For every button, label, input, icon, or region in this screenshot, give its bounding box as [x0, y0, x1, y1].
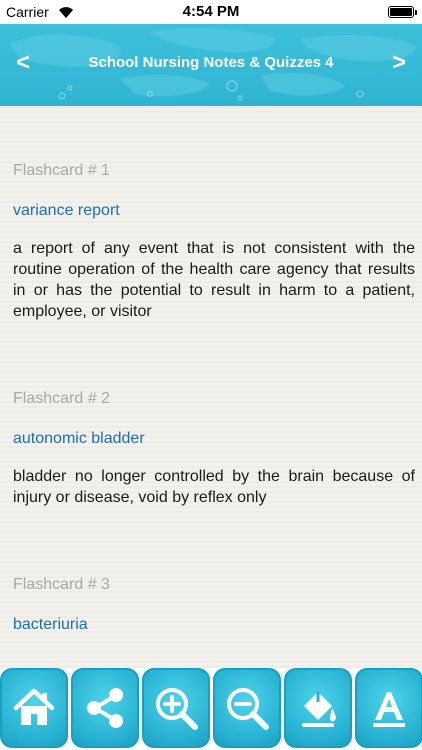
flashcard-1: Flashcard # 1 variance report a report o… — [13, 162, 415, 322]
flashcard-term: autonomic bladder — [13, 430, 145, 447]
flashcard-number: Flashcard # 3 — [13, 576, 110, 593]
flashcard-number: Flashcard # 2 — [13, 390, 110, 407]
flashcard-term: bacteriuria — [13, 616, 88, 633]
flashcard-2: Flashcard # 2 autonomic bladder bladder … — [13, 390, 415, 508]
bottom-toolbar — [0, 668, 422, 750]
font-icon — [373, 692, 405, 727]
share-button[interactable] — [71, 668, 139, 748]
zoom-out-icon — [227, 688, 269, 730]
zoom-in-icon — [156, 688, 198, 730]
flashcard-number: Flashcard # 1 — [13, 162, 110, 179]
share-icon — [87, 688, 123, 728]
flashcard-term: variance report — [13, 202, 120, 219]
home-icon — [13, 688, 55, 725]
font-button[interactable] — [355, 668, 422, 748]
zoom-out-button[interactable] — [213, 668, 281, 748]
flashcard-definition: a report of any event that is not consis… — [13, 240, 415, 320]
next-button[interactable]: > — [382, 46, 416, 80]
flashcard-definition: bladder no longer controlled by the brai… — [13, 468, 415, 506]
flashcard-3: Flashcard # 3 bacteriuria — [13, 576, 415, 652]
paint-bucket-icon — [302, 692, 336, 727]
flashcard-list[interactable]: Flashcard # 1 variance report a report o… — [0, 106, 422, 668]
status-bar: Carrier 4:54 PM — [0, 0, 422, 24]
zoom-in-button[interactable] — [142, 668, 210, 748]
app-header: < School Nursing Notes & Quizzes 4 > — [0, 24, 422, 106]
home-button[interactable] — [0, 668, 68, 748]
battery-icon — [388, 6, 417, 18]
page-title: School Nursing Notes & Quizzes 4 — [88, 54, 334, 71]
status-time: 4:54 PM — [182, 3, 240, 20]
background-color-button[interactable] — [284, 668, 352, 748]
